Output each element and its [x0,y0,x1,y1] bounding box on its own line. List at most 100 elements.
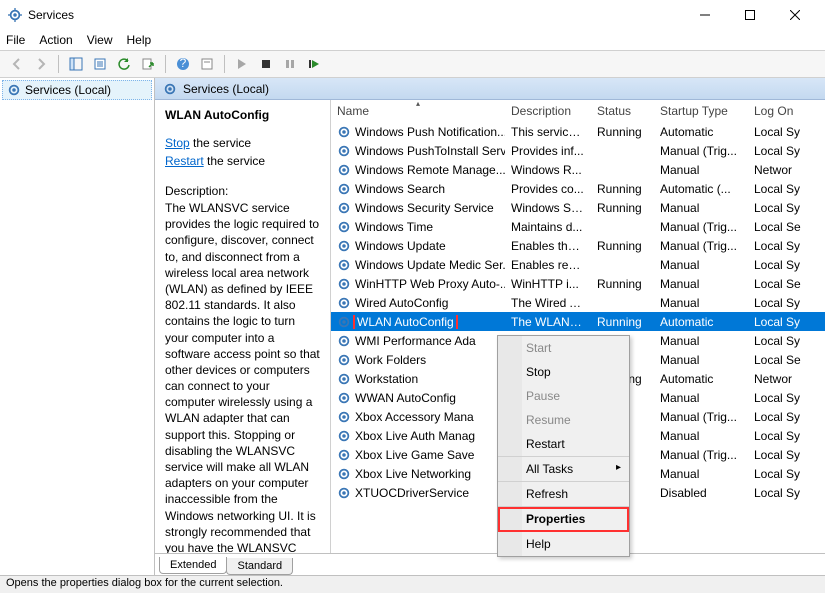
gear-icon [337,277,351,291]
properties-button[interactable] [89,53,111,75]
show-hide-tree-button[interactable] [65,53,87,75]
start-service-button[interactable] [231,53,253,75]
tab-extended[interactable]: Extended [159,557,227,574]
menu-action[interactable]: Action [39,33,72,47]
service-row[interactable]: Windows Remote Manage...Windows R...Manu… [331,160,825,179]
service-row[interactable]: Wired AutoConfigThe Wired A...ManualLoca… [331,293,825,312]
tabs: Extended Standard [155,553,825,575]
service-desc: Maintains d... [505,220,591,234]
service-name: Wired AutoConfig [355,296,448,310]
service-row[interactable]: Windows PushToInstall Serv...Provides in… [331,141,825,160]
tree-services-local[interactable]: Services (Local) [2,80,152,100]
service-name: WMI Performance Ada [355,334,476,348]
back-button[interactable] [6,53,28,75]
service-status: Running [591,239,654,253]
context-menu-item[interactable]: Help [498,532,629,556]
service-logon: Local Sy [748,296,808,310]
context-menu-item[interactable]: Properties [498,507,629,532]
menu-file[interactable]: File [6,33,25,47]
svg-text:?: ? [180,57,187,70]
window-title: Services [28,8,682,22]
service-name: WLAN AutoConfig [355,315,456,329]
service-row[interactable]: WLAN AutoConfigThe WLANS...RunningAutoma… [331,312,825,331]
services-app-icon [8,8,22,22]
menu-view[interactable]: View [87,33,113,47]
service-row[interactable]: Windows Push Notification...This service… [331,122,825,141]
column-name[interactable]: ▴Name [331,100,505,122]
service-desc: Enables the ... [505,239,591,253]
service-startup: Manual [654,391,748,405]
column-status[interactable]: Status [591,100,654,122]
service-logon: Local Sy [748,125,808,139]
service-row[interactable]: Windows UpdateEnables the ...RunningManu… [331,236,825,255]
restart-service-button[interactable] [303,53,325,75]
service-name: Work Folders [355,353,426,367]
service-logon: Local Sy [748,429,808,443]
stop-link[interactable]: Stop [165,136,190,150]
sheet-button[interactable] [196,53,218,75]
statusbar: Opens the properties dialog box for the … [0,575,825,593]
service-status: Running [591,315,654,329]
restart-link[interactable]: Restart [165,154,204,168]
service-name: Workstation [355,372,418,386]
gear-icon [337,182,351,196]
refresh-button[interactable] [113,53,135,75]
minimize-button[interactable] [682,0,727,30]
gear-icon [337,220,351,234]
gear-icon [337,296,351,310]
service-startup: Automatic [654,372,748,386]
gear-icon [337,467,351,481]
service-logon: Networ [748,163,808,177]
gear-icon [337,429,351,443]
service-name: Xbox Live Game Save [355,448,474,462]
service-row[interactable]: WinHTTP Web Proxy Auto-...WinHTTP i...Ru… [331,274,825,293]
service-logon: Local Sy [748,391,808,405]
service-name: Windows Update [355,239,446,253]
service-row[interactable]: Windows Update Medic Ser...Enables rem..… [331,255,825,274]
service-desc: Windows Se... [505,201,591,215]
tab-standard[interactable]: Standard [226,558,293,575]
service-startup: Manual [654,296,748,310]
help-button[interactable]: ? [172,53,194,75]
gear-icon [337,372,351,386]
close-button[interactable] [772,0,817,30]
service-row[interactable]: Windows TimeMaintains d...Manual (Trig..… [331,217,825,236]
column-logon[interactable]: Log On [748,100,808,122]
detail-pane: WLAN AutoConfig Stop the service Restart… [155,100,331,553]
menubar: File Action View Help [0,30,825,50]
column-description[interactable]: Description [505,100,591,122]
context-menu-item[interactable]: All Tasks [498,457,629,482]
service-logon: Local Sy [748,182,808,196]
context-menu-item[interactable]: Refresh [498,482,629,507]
service-status: Running [591,125,654,139]
pause-service-button[interactable] [279,53,301,75]
forward-button[interactable] [30,53,52,75]
stop-service-button[interactable] [255,53,277,75]
service-startup: Disabled [654,486,748,500]
service-row[interactable]: Windows Security ServiceWindows Se...Run… [331,198,825,217]
service-status: Running [591,277,654,291]
main-area: Services (Local) Services (Local) WLAN A… [0,78,825,575]
gear-icon [337,334,351,348]
service-name: Windows Time [355,220,433,234]
toolbar-separator [224,55,225,73]
menu-help[interactable]: Help [127,33,152,47]
maximize-button[interactable] [727,0,772,30]
service-desc: Windows R... [505,163,591,177]
export-list-button[interactable] [137,53,159,75]
context-menu-item[interactable]: Restart [498,432,629,457]
service-status: Running [591,182,654,196]
toolbar: ? [0,50,825,78]
service-name: Windows Push Notification... [355,125,505,139]
context-menu-item: Start [498,336,629,360]
context-menu-item[interactable]: Stop [498,360,629,384]
service-status: Running [591,201,654,215]
gear-icon [7,83,21,97]
context-menu-item: Pause [498,384,629,408]
service-logon: Local Se [748,277,808,291]
gear-icon [337,486,351,500]
service-startup: Manual [654,467,748,481]
column-startup[interactable]: Startup Type [654,100,748,122]
service-row[interactable]: Windows SearchProvides co...RunningAutom… [331,179,825,198]
service-desc: This service ... [505,125,591,139]
